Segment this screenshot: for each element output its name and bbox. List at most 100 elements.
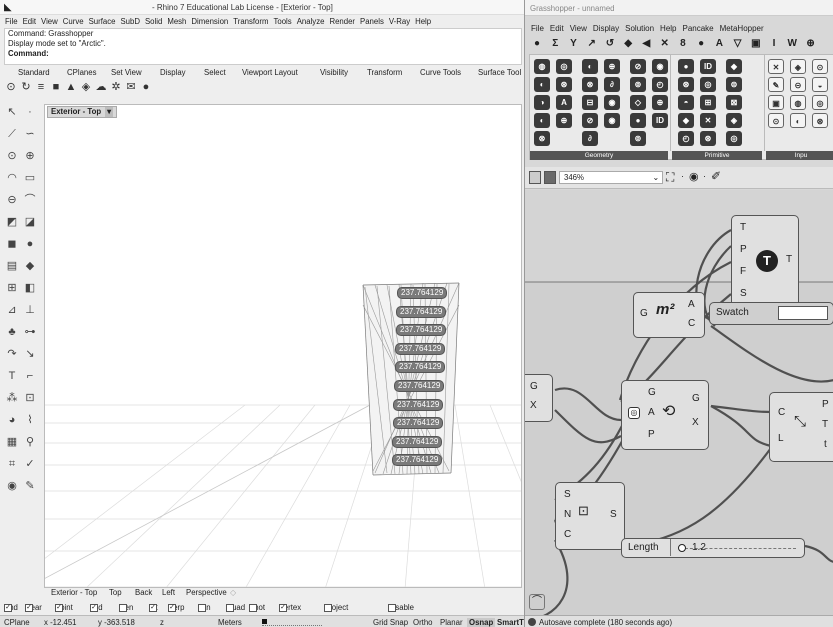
- component-button-icon[interactable]: ●: [678, 59, 694, 74]
- loft-icon[interactable]: ◪: [22, 214, 38, 230]
- osnap-vertex[interactable]: ✓ Vertex: [279, 603, 301, 612]
- output-a[interactable]: A: [688, 299, 695, 310]
- vp-tab-exterior-top[interactable]: Exterior - Top: [51, 588, 97, 597]
- gh-menu-solution[interactable]: Solution: [625, 24, 654, 33]
- component-button-icon[interactable]: ⊗: [582, 77, 598, 92]
- component-button-icon[interactable]: ●: [630, 113, 646, 128]
- output-g[interactable]: G: [692, 393, 700, 404]
- menu-tools[interactable]: Tools: [273, 16, 291, 27]
- open-file-icon[interactable]: [529, 171, 541, 184]
- menu-render[interactable]: Render: [329, 16, 355, 27]
- menu-edit[interactable]: Edit: [23, 16, 36, 27]
- output-c[interactable]: C: [688, 318, 695, 329]
- output-t[interactable]: T: [822, 419, 828, 430]
- tab-select[interactable]: Select: [204, 68, 226, 77]
- menu-analyze[interactable]: Analyze: [297, 16, 325, 27]
- output-x[interactable]: X: [692, 417, 699, 428]
- input-s[interactable]: S: [740, 288, 747, 299]
- input-t[interactable]: T: [740, 222, 746, 233]
- array-icon[interactable]: ⁂: [4, 390, 20, 406]
- osnap-knot[interactable]: Knot: [249, 603, 265, 612]
- canvas-widget-icon[interactable]: ⌒: [529, 594, 545, 610]
- a-tab-icon[interactable]: A: [711, 38, 727, 49]
- preview-eye-icon[interactable]: ◉: [689, 170, 699, 183]
- osnap-quad[interactable]: Quad: [226, 603, 245, 612]
- component-button-icon[interactable]: ⊛: [556, 77, 572, 92]
- osnap-point[interactable]: ✓ Point: [55, 603, 73, 612]
- gh-menu-pancake[interactable]: Pancake: [683, 24, 714, 33]
- component-button-icon[interactable]: ⊘: [630, 59, 646, 74]
- grid-icon[interactable]: ▦: [4, 434, 20, 450]
- osnap-project[interactable]: Project: [324, 603, 348, 612]
- fillet-icon[interactable]: ⌒: [22, 192, 38, 208]
- component-button-icon[interactable]: ◇: [630, 95, 646, 110]
- component-button-icon[interactable]: ◆: [726, 59, 742, 74]
- undo-icon[interactable]: ↻: [19, 80, 33, 94]
- group-icon[interactable]: ⊡: [22, 390, 38, 406]
- component-button-icon[interactable]: ◆: [678, 113, 694, 128]
- component-button-icon[interactable]: ⊚: [630, 77, 646, 92]
- chevron-down-icon[interactable]: ▾: [105, 107, 114, 117]
- viewport-exterior-top[interactable]: Exterior - Top ▾ 237.764129 237.764129 237.…: [44, 104, 522, 588]
- component-button-icon[interactable]: ◎: [556, 59, 572, 74]
- component-button-icon[interactable]: ◉: [652, 59, 668, 74]
- i-tab-icon[interactable]: I: [766, 38, 782, 49]
- maths-tab-icon[interactable]: Σ: [547, 38, 563, 49]
- mesh-tab-icon[interactable]: ◀: [638, 38, 654, 49]
- osnap-toggle[interactable]: Osnap: [467, 618, 496, 627]
- menu-file[interactable]: File: [5, 16, 18, 27]
- join-icon[interactable]: ⊶: [22, 324, 38, 340]
- checkbox-checked-icon[interactable]: ✓: [90, 604, 98, 612]
- component-button-icon[interactable]: ◐: [582, 59, 598, 74]
- osnap-perp[interactable]: ✓ Perp: [168, 603, 184, 612]
- tab-set-view[interactable]: Set View: [111, 68, 142, 77]
- input-s[interactable]: S: [564, 489, 571, 500]
- chevron-down-icon[interactable]: ·: [681, 171, 684, 181]
- arc-icon[interactable]: ◠: [4, 170, 20, 186]
- checkbox-icon[interactable]: [198, 604, 206, 612]
- component-button-icon[interactable]: ∂: [582, 131, 598, 146]
- cloud-icon[interactable]: ☁: [94, 80, 108, 94]
- component-button-icon[interactable]: ✎: [768, 77, 784, 92]
- checkbox-checked-icon[interactable]: ✓: [4, 604, 12, 612]
- tab-display[interactable]: Display: [160, 68, 186, 77]
- sphere-icon[interactable]: ●: [22, 236, 38, 252]
- angle-param-icon[interactable]: ◎: [628, 407, 640, 419]
- globe-tab-icon[interactable]: ⊕: [803, 38, 819, 49]
- point-icon[interactable]: ·: [22, 104, 38, 120]
- grid-snap-toggle[interactable]: Grid Snap: [373, 618, 408, 627]
- osnap-near[interactable]: ✓ Near: [25, 603, 42, 612]
- component-button-icon[interactable]: ◍: [534, 59, 550, 74]
- transform-tab-icon[interactable]: 8: [675, 38, 691, 49]
- ribbon-group-geometry[interactable]: Geometry: [530, 151, 668, 160]
- add-tab-icon[interactable]: ◇: [230, 588, 236, 597]
- component-button-icon[interactable]: ⊘: [582, 113, 598, 128]
- new-icon[interactable]: ⊙: [4, 80, 18, 94]
- menu-transform[interactable]: Transform: [233, 16, 268, 27]
- input-g[interactable]: G: [640, 308, 648, 319]
- polyline-icon[interactable]: ⟋: [4, 126, 20, 142]
- command-prompt[interactable]: Command:: [5, 49, 521, 59]
- component-button-icon[interactable]: ⊝: [790, 77, 806, 92]
- tab-surface-tools[interactable]: Surface Tool: [478, 68, 521, 77]
- extrude-icon[interactable]: ◧: [22, 280, 38, 296]
- osnap-end[interactable]: ✓End: [4, 603, 18, 612]
- input-f[interactable]: F: [740, 266, 746, 277]
- swatch-color[interactable]: [778, 306, 828, 320]
- checkbox-icon[interactable]: [249, 604, 257, 612]
- render-icon[interactable]: ▲: [64, 80, 78, 94]
- layer-icon[interactable]: ≡: [34, 80, 48, 94]
- checkbox-icon[interactable]: [324, 604, 332, 612]
- component-button-icon[interactable]: ⊚: [630, 131, 646, 146]
- tab-curve-tools[interactable]: Curve Tools: [420, 68, 461, 77]
- osnap-mid[interactable]: ✓Mid: [90, 603, 103, 612]
- evaluate-curve-component[interactable]: C L ⤡ P T t: [769, 392, 833, 462]
- component-button-icon[interactable]: ◈: [726, 113, 742, 128]
- vp-tab-left[interactable]: Left: [162, 588, 175, 597]
- component-button-icon[interactable]: ⊕: [604, 59, 620, 74]
- osnap-cen[interactable]: Cen: [119, 603, 133, 612]
- gh-menu-display[interactable]: Display: [593, 24, 619, 33]
- settings-icon[interactable]: ✲: [109, 80, 123, 94]
- swatch-component[interactable]: Swatch: [709, 302, 833, 325]
- checkbox-icon[interactable]: [226, 604, 234, 612]
